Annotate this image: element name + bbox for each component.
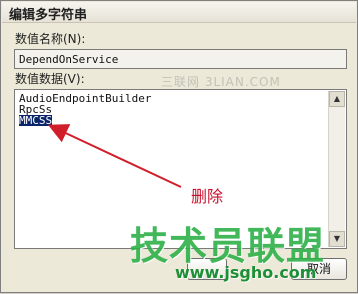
- value-data-label: 数值数据(V):: [15, 72, 85, 86]
- watermark-logo-text: 技术员联盟: [130, 224, 326, 268]
- data-line-mmcss-selected[interactable]: MMCSS: [19, 115, 53, 126]
- scroll-up-arrow-icon[interactable]: ▲: [329, 91, 345, 107]
- value-name-field: DependOnService: [14, 49, 347, 69]
- scroll-down-arrow-icon[interactable]: ▼: [329, 231, 345, 247]
- edit-multi-string-dialog: 编辑多字符串 数值名称(N): DependOnService 数值数据(V):…: [0, 0, 358, 293]
- dialog-title: 编辑多字符串: [9, 8, 88, 23]
- watermark-url: www.jsgho.com: [175, 263, 317, 282]
- delete-annotation-label: 删除: [191, 187, 224, 206]
- title-bar: 编辑多字符串: [2, 2, 356, 23]
- vertical-scrollbar[interactable]: ▲ ▼: [328, 91, 345, 247]
- value-data-lines: AudioEndpointBuilder RpcSs MMCSS: [19, 93, 151, 126]
- value-name-label: 数值名称(N):: [15, 32, 86, 46]
- watermark-3lian: 三联网 3LIAN.COM: [161, 75, 281, 89]
